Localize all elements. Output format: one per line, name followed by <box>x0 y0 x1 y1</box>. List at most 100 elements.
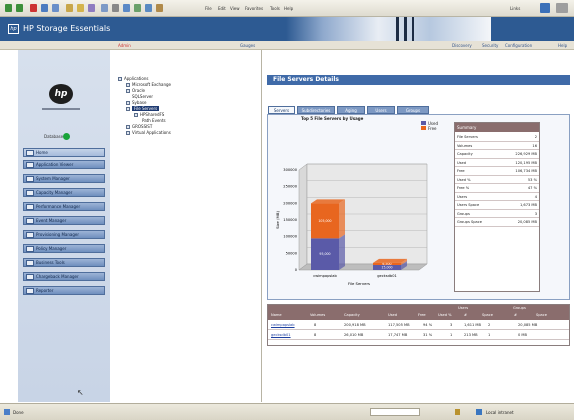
mouse-cursor-icon: ↖ <box>77 388 84 397</box>
links-label[interactable]: Links <box>510 6 520 11</box>
y-tick-label: 300000 <box>283 168 297 172</box>
home-icon[interactable] <box>52 4 59 12</box>
folder-icon <box>126 101 130 105</box>
summary-key: Capacity <box>457 152 473 156</box>
nav-reporter[interactable]: Reporter <box>23 286 105 295</box>
research-icon[interactable] <box>156 4 163 12</box>
nav-event-manager[interactable]: Event Manager <box>23 216 105 225</box>
table-cell: 20,085 MB <box>518 323 538 327</box>
tree-item-label: Applications <box>124 76 149 81</box>
nav-chargeback-manager[interactable]: Chargeback Manager <box>23 272 105 281</box>
configuration-link[interactable]: Configuration <box>505 43 532 48</box>
column-header: Name <box>271 313 282 317</box>
menu-file[interactable]: File <box>205 6 212 11</box>
search-icon[interactable] <box>66 4 73 12</box>
help-link[interactable]: Help <box>558 43 567 48</box>
server-link[interactable]: cwimpapslab <box>271 321 295 330</box>
nav-business-tools[interactable]: Business Tools <box>23 258 105 267</box>
tree-item[interactable]: SQLServer <box>132 94 153 99</box>
edit-icon[interactable] <box>123 4 130 12</box>
business-tools-icon <box>26 260 34 266</box>
tree-item-selected[interactable]: File Servers <box>126 106 160 111</box>
summary-row: Users 4 <box>455 193 539 201</box>
nav-performance-manager[interactable]: Performance Manager <box>23 202 105 211</box>
bar-value-label: 95,000 <box>319 252 330 256</box>
performance-icon <box>26 204 34 210</box>
server-link[interactable]: gecksdb01 <box>271 331 291 340</box>
tree-item-label: Microsoft Exchange <box>132 82 172 87</box>
stop-icon[interactable] <box>30 4 37 12</box>
tree-pane: Applications Microsoft Exchange Oracle S… <box>110 50 262 402</box>
nav-home[interactable]: Home <box>23 148 105 157</box>
app-toolbar: Admin Gauges Discovery Security Configur… <box>0 41 574 50</box>
discovery-link[interactable]: Discovery <box>452 43 472 48</box>
tab-servers[interactable]: Servers <box>268 106 295 114</box>
nav-label: Performance Manager <box>36 204 81 209</box>
policy-icon <box>26 246 34 252</box>
folder-icon <box>126 83 130 87</box>
history-icon[interactable] <box>88 4 95 12</box>
event-icon <box>26 218 34 224</box>
summary-value: 2 <box>534 135 537 139</box>
tree-item-label: File Servers <box>132 106 160 111</box>
nav-label: Home <box>36 150 48 155</box>
sidebar: hp Database Home Application Viewer Syst… <box>18 50 110 402</box>
tab-aging[interactable]: Aging <box>337 106 365 114</box>
discuss-icon[interactable] <box>134 4 141 12</box>
mail-icon[interactable] <box>101 4 108 12</box>
summary-key: Users <box>457 194 468 199</box>
favorites-icon[interactable] <box>77 4 84 12</box>
tree-item[interactable]: Oracle <box>126 88 145 93</box>
tree-item-label: SQLServer <box>132 94 154 99</box>
nav-system-manager[interactable]: System Manager <box>23 174 105 183</box>
column-header: Free <box>418 313 426 317</box>
gauges-link[interactable]: Gauges <box>240 43 255 48</box>
nav-capacity-manager[interactable]: Capacity Manager <box>23 188 105 197</box>
summary-value: 53 % <box>527 177 537 182</box>
messenger-icon[interactable] <box>145 4 152 12</box>
tree-item[interactable]: Path Events <box>142 118 166 123</box>
tree-item[interactable]: Sybase <box>126 100 146 105</box>
hp-tagline <box>42 108 80 110</box>
refresh-icon[interactable] <box>41 4 48 12</box>
menu-view[interactable]: View <box>230 6 240 11</box>
page-done-icon <box>4 409 10 415</box>
tree-item[interactable]: HPSharedFS <box>134 112 164 117</box>
user-label: Admin <box>118 43 131 48</box>
menu-favorites[interactable]: Favorites <box>245 6 263 11</box>
y-tick-label: 50000 <box>286 251 298 255</box>
progress-pane <box>370 408 420 416</box>
tree-item[interactable]: Applications <box>118 76 148 81</box>
menu-edit[interactable]: Edit <box>218 6 226 11</box>
tree-item[interactable]: Microsoft Exchange <box>126 82 171 87</box>
x-tick-label: cwimpapslab <box>313 274 337 278</box>
menu-help[interactable]: Help <box>284 6 293 11</box>
tree-item[interactable]: GROSSIST <box>126 124 152 129</box>
forward-icon[interactable] <box>16 4 23 12</box>
application-icon <box>26 162 34 168</box>
server-icon <box>126 125 130 129</box>
system-icon <box>26 176 34 182</box>
table-cell: 94 % <box>423 323 433 327</box>
summary-key: Used <box>457 160 466 165</box>
summary-key: Used % <box>457 177 471 182</box>
summary-row: File Servers 2 <box>455 133 539 142</box>
tab-groups[interactable]: Groups <box>397 106 429 114</box>
folder-icon <box>126 107 130 111</box>
tab-subdirectories[interactable]: Subdirectories <box>297 106 335 114</box>
back-icon[interactable] <box>5 4 12 12</box>
table-cell: 26,010 MB <box>344 333 364 337</box>
tab-users[interactable]: Users <box>367 106 395 114</box>
bar-segment-side <box>339 199 345 239</box>
summary-value: 20,085 MB <box>517 220 537 224</box>
app-title: HP Storage Essentials <box>23 24 111 33</box>
tree-item[interactable]: Virtual Applications <box>126 130 171 135</box>
nav-provisioning-manager[interactable]: Provisioning Manager <box>23 230 105 239</box>
nav-application-viewer[interactable]: Application Viewer <box>23 160 105 169</box>
security-link[interactable]: Security <box>482 43 498 48</box>
table-cell: 0 MB <box>518 333 527 337</box>
nav-policy-manager[interactable]: Policy Manager <box>23 244 105 253</box>
tree-item-label: Virtual Applications <box>132 130 171 135</box>
print-icon[interactable] <box>112 4 119 12</box>
menu-tools[interactable]: Tools <box>270 6 280 11</box>
